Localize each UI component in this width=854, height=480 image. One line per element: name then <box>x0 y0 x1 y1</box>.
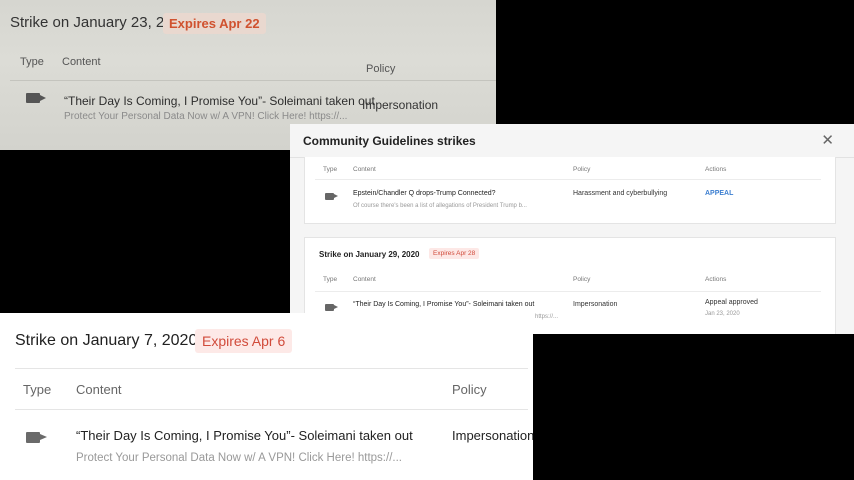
column-header-type: Type <box>23 382 52 397</box>
policy-value: Impersonation <box>452 428 533 443</box>
expires-badge: Expires Apr 28 <box>429 248 480 259</box>
policy-value: Harassment and cyberbullying <box>573 190 668 197</box>
video-camera-icon <box>26 432 47 443</box>
column-header-policy: Policy <box>573 166 591 173</box>
column-header-type: Type <box>20 56 44 68</box>
expires-badge: Expires Apr 6 <box>195 329 293 353</box>
column-header-policy: Policy <box>452 382 487 397</box>
video-camera-icon <box>325 304 338 311</box>
video-title-link[interactable]: “Their Day Is Coming, I Promise You”- So… <box>64 94 375 108</box>
video-description: Of course there's been a list of allegat… <box>353 203 527 209</box>
dialog-title: Community Guidelines strikes <box>303 134 476 148</box>
expires-badge: Expires Apr 22 <box>163 13 266 34</box>
video-camera-icon <box>26 93 46 103</box>
divider <box>10 80 496 81</box>
column-header-actions: Actions <box>705 166 727 173</box>
column-header-actions: Actions <box>705 276 727 283</box>
community-guidelines-dialog: Community Guidelines strikes ✕ Type Cont… <box>290 124 854 334</box>
video-description: Protect Your Personal Data Now w/ A VPN!… <box>76 452 402 464</box>
strike-title: Strike on January 7, 2020 <box>15 332 198 349</box>
policy-value: Impersonation <box>573 301 618 308</box>
column-header-policy: Policy <box>573 276 591 283</box>
divider <box>15 368 528 369</box>
video-camera-icon <box>325 193 338 200</box>
video-title-link[interactable]: “Their Day Is Coming, I Promise You”- So… <box>353 301 534 308</box>
column-header-content: Content <box>353 276 376 283</box>
appeal-status: Appeal approved <box>705 299 758 306</box>
column-header-content: Content <box>76 382 122 397</box>
divider <box>15 409 528 410</box>
divider <box>315 291 821 292</box>
strike-title: Strike on January 29, 2020 <box>319 250 420 259</box>
column-header-policy: Policy <box>366 63 396 75</box>
appeal-date: Jan 23, 2020 <box>705 311 740 317</box>
video-description: https://... <box>535 314 559 320</box>
video-description: Protect Your Personal Data Now w/ A VPN!… <box>64 111 348 122</box>
video-title-link[interactable]: Epstein/Chandler Q drops-Trump Connected… <box>353 190 496 197</box>
close-icon[interactable]: ✕ <box>821 131 834 149</box>
column-header-content: Content <box>353 166 376 173</box>
strike-panel-jan7: Strike on January 7, 2020 Expires Apr 6 … <box>0 313 533 480</box>
appeal-button[interactable]: APPEAL <box>705 190 733 197</box>
column-header-type: Type <box>323 166 338 173</box>
video-title-link[interactable]: “Their Day Is Coming, I Promise You”- So… <box>76 428 413 443</box>
divider <box>315 179 821 180</box>
column-header-content: Content <box>62 56 101 68</box>
policy-value: Impersonation <box>362 98 439 112</box>
strike-card: Type Content Policy Actions Epstein/Chan… <box>304 157 836 224</box>
column-header-type: Type <box>323 276 338 283</box>
